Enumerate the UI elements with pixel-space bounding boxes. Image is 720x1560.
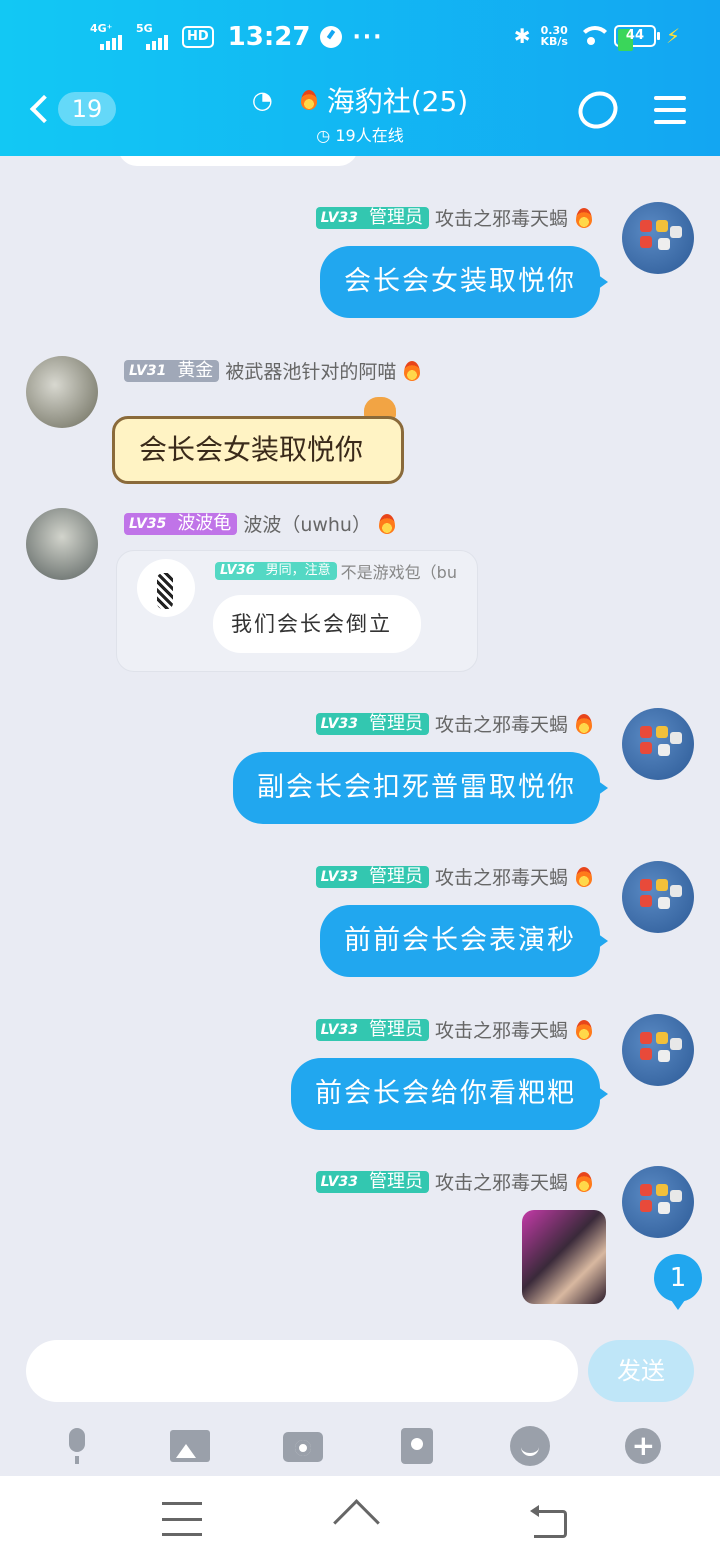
chat-toolbar <box>0 1416 720 1476</box>
message-bubble[interactable]: 前会长会给你看粑粑 <box>291 1058 608 1130</box>
avatar[interactable] <box>26 508 98 580</box>
fire-icon <box>377 512 397 536</box>
fire-icon <box>574 1170 594 1194</box>
battery-icon: 44 <box>613 25 660 51</box>
sync-icon[interactable] <box>571 84 625 136</box>
fire-icon <box>574 712 594 736</box>
message-bubble[interactable] <box>118 156 358 166</box>
message-meta: LV33 管理员 攻击之邪毒天蝎 <box>315 204 594 231</box>
sender-name: 被武器池针对的阿喵 <box>225 361 397 383</box>
home-button[interactable] <box>336 1502 376 1536</box>
status-bar: 4G⁺ 5G HD 13:27 ··· ✱ 0.30 KB/s 44 ⚡ <box>0 0 720 78</box>
quoted-bubble: 我们会长会倒立 <box>213 595 421 653</box>
sender-name: 波波（uwhu） <box>243 514 371 536</box>
input-bar: 发送 <box>0 1326 720 1416</box>
hd-badge: HD <box>182 26 214 48</box>
avatar[interactable] <box>622 1014 694 1086</box>
plus-icon[interactable] <box>623 1426 663 1466</box>
giraffe-avatar <box>137 559 195 617</box>
unread-messages-button[interactable]: 1 <box>654 1254 702 1310</box>
net-speed: 0.30 KB/s <box>540 24 568 48</box>
sender-name: 攻击之邪毒天蝎 <box>434 714 568 736</box>
message-meta: LV33 管理员 攻击之邪毒天蝎 <box>315 863 594 890</box>
sender-name: 攻击之邪毒天蝎 <box>434 1020 568 1042</box>
fire-icon <box>402 359 422 383</box>
image-icon[interactable] <box>169 1426 210 1466</box>
message-meta: LV33 管理员 攻击之邪毒天蝎 <box>315 710 594 737</box>
speed-icon <box>320 26 343 48</box>
charging-icon: ⚡ <box>665 24 680 48</box>
cellular-signal-icon: 5G <box>136 22 172 52</box>
microphone-icon[interactable] <box>57 1426 97 1466</box>
system-nav-bar <box>0 1476 720 1560</box>
bluetooth-icon: ✱ <box>513 24 531 48</box>
sender-name: 攻击之邪毒天蝎 <box>434 867 568 889</box>
menu-icon[interactable] <box>654 96 686 124</box>
message-input[interactable] <box>26 1340 578 1402</box>
message-meta: LV31 黄金 被武器池针对的阿喵 <box>124 357 422 384</box>
avatar[interactable] <box>622 708 694 780</box>
message-meta: LV35 波波龟 波波（uwhu） <box>124 510 397 537</box>
avatar[interactable] <box>622 202 694 274</box>
group-name: 海豹社(25) <box>326 85 469 118</box>
avatar[interactable] <box>622 861 694 933</box>
back-nav-button[interactable] <box>528 1502 568 1538</box>
chat-area[interactable]: LV33 管理员 攻击之邪毒天蝎 会长会女装取悦你 LV31 黄金 被武器池针对的阿… <box>0 156 720 1326</box>
message-bubble[interactable]: 会长会女装取悦你 <box>112 416 404 484</box>
ear-icon: ◔ <box>251 86 273 114</box>
fire-icon <box>299 88 319 112</box>
wifi-icon <box>577 26 612 46</box>
message-meta: LV33 管理员 攻击之邪毒天蝎 <box>315 1168 594 1195</box>
fire-icon <box>574 206 594 230</box>
message-bubble[interactable]: 会长会女装取悦你 <box>320 246 608 318</box>
more-dots: ··· <box>352 24 384 50</box>
avatar[interactable] <box>622 1166 694 1238</box>
message-bubble[interactable]: 副会长会扣死普雷取悦你 <box>233 752 608 824</box>
fire-icon <box>574 865 594 889</box>
chat-header: 4G⁺ 5G HD 13:27 ··· ✱ 0.30 KB/s 44 ⚡ 19 … <box>0 0 720 156</box>
red-packet-icon[interactable] <box>397 1426 437 1466</box>
quoted-message-card[interactable]: LV36 男同，注意 不是游戏包（bu 我们会长会倒立 <box>116 550 478 672</box>
recent-apps-button[interactable] <box>162 1502 202 1536</box>
image-message[interactable] <box>522 1210 606 1304</box>
camera-icon[interactable] <box>283 1426 324 1466</box>
send-button[interactable]: 发送 <box>588 1340 694 1402</box>
sender-name: 攻击之邪毒天蝎 <box>434 208 568 230</box>
cellular-signal-icon: 4G⁺ <box>90 22 126 52</box>
fire-icon <box>574 1018 594 1042</box>
sender-name: 攻击之邪毒天蝎 <box>434 1172 568 1194</box>
message-bubble[interactable]: 前前会长会表演秒 <box>320 905 608 977</box>
emoji-icon[interactable] <box>509 1426 550 1466</box>
message-meta: LV33 管理员 攻击之邪毒天蝎 <box>315 1016 594 1043</box>
clock: 13:27 <box>227 22 311 52</box>
quoted-meta: LV36 男同，注意 不是游戏包（bu <box>215 559 457 583</box>
group-title[interactable]: ◔ 海豹社(25) <box>252 80 468 120</box>
avatar[interactable] <box>26 356 98 428</box>
